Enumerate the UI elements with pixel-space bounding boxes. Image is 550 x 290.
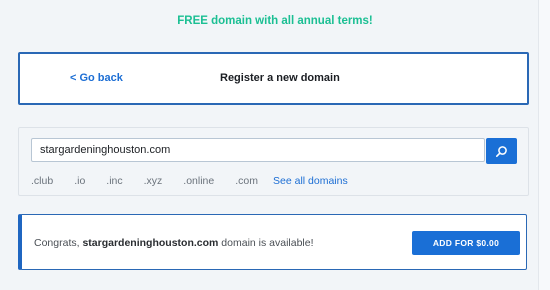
- header-card: < Go back Register a new domain: [18, 52, 529, 105]
- search-button[interactable]: [486, 138, 517, 164]
- tld-club[interactable]: .club: [31, 175, 53, 187]
- tld-online[interactable]: .online: [183, 175, 214, 187]
- availability-message: Congrats, stargardeninghouston.com domai…: [34, 237, 314, 249]
- go-back-link[interactable]: < Go back: [70, 72, 123, 84]
- tld-inc[interactable]: .inc: [106, 175, 122, 187]
- promo-banner: FREE domain with all annual terms!: [177, 15, 373, 27]
- availability-result-card: Congrats, stargardeninghouston.com domai…: [18, 214, 527, 270]
- tld-io[interactable]: .io: [74, 175, 85, 187]
- see-all-domains-link[interactable]: See all domains: [273, 175, 348, 187]
- availability-suffix: domain is available!: [218, 237, 314, 249]
- search-icon: [495, 145, 507, 157]
- available-domain: stargardeninghouston.com: [82, 237, 219, 249]
- tld-xyz[interactable]: .xyz: [144, 175, 163, 187]
- domain-search-card: .club .io .inc .xyz .online .com See all…: [18, 127, 529, 196]
- tld-list: .club .io .inc .xyz .online .com See all…: [31, 175, 348, 187]
- add-domain-button[interactable]: ADD FOR $0.00: [412, 231, 520, 255]
- page-title: Register a new domain: [220, 72, 340, 84]
- page-edge-panel: [538, 0, 550, 290]
- domain-search-input[interactable]: [31, 138, 485, 162]
- tld-com[interactable]: .com: [235, 175, 258, 187]
- availability-prefix: Congrats,: [34, 237, 83, 249]
